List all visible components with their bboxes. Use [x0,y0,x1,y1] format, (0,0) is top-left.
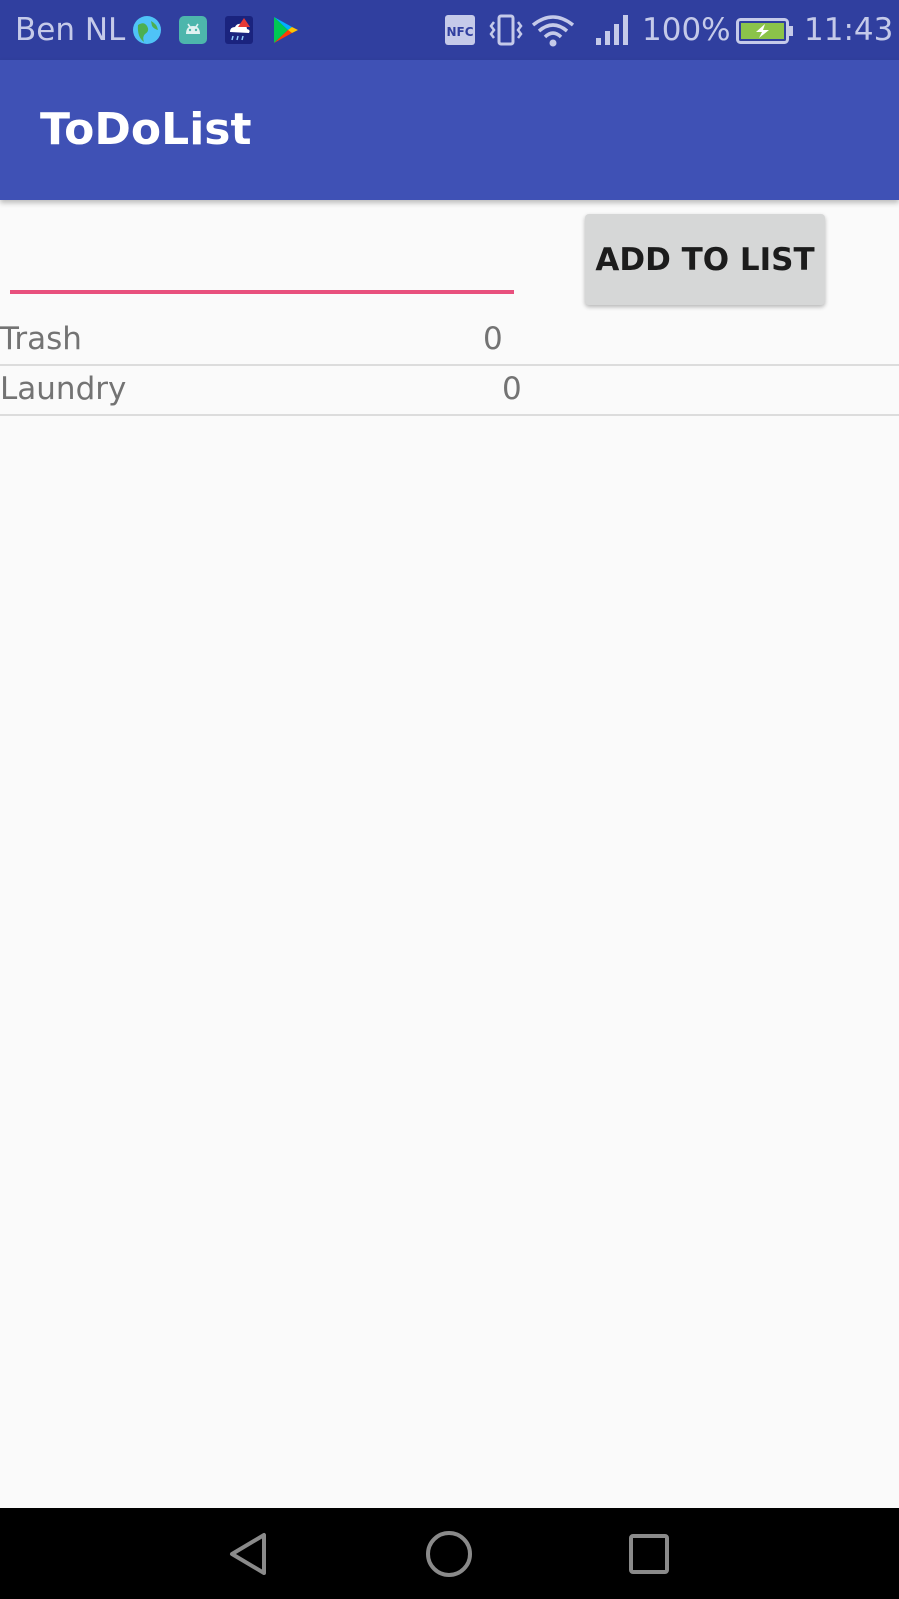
clock: 11:43 [804,12,894,48]
list-item[interactable]: Laundry 0 [0,364,899,416]
battery-charging-icon [736,18,794,52]
carrier-name: Ben NL [15,12,126,48]
battery-percent: 100% [642,12,731,48]
weather-alert-icon [224,15,254,45]
back-icon[interactable] [226,1529,276,1579]
android-icon [178,15,208,45]
add-to-list-button[interactable]: ADD TO LIST [585,214,825,305]
vibrate-icon [488,13,524,47]
wifi-icon [530,13,576,47]
list-item-name: Trash [0,321,82,357]
home-icon[interactable] [424,1529,474,1579]
todo-input[interactable] [10,230,514,294]
app-title: ToDoList [40,104,252,155]
navigation-bar [0,1508,899,1599]
status-bar: Ben NL NFC 100% 11:43 [0,0,899,60]
globe-icon [132,15,162,45]
list-item-count: 0 [483,321,503,357]
list-item[interactable]: Trash 0 [0,314,899,366]
play-store-icon [270,15,300,45]
svg-text:NFC: NFC [446,25,473,39]
signal-icon [594,13,634,47]
recents-icon[interactable] [624,1529,674,1579]
nfc-icon: NFC [444,13,476,47]
list-item-count: 0 [502,371,522,407]
list-item-name: Laundry [0,371,127,407]
app-bar: ToDoList [0,60,899,200]
